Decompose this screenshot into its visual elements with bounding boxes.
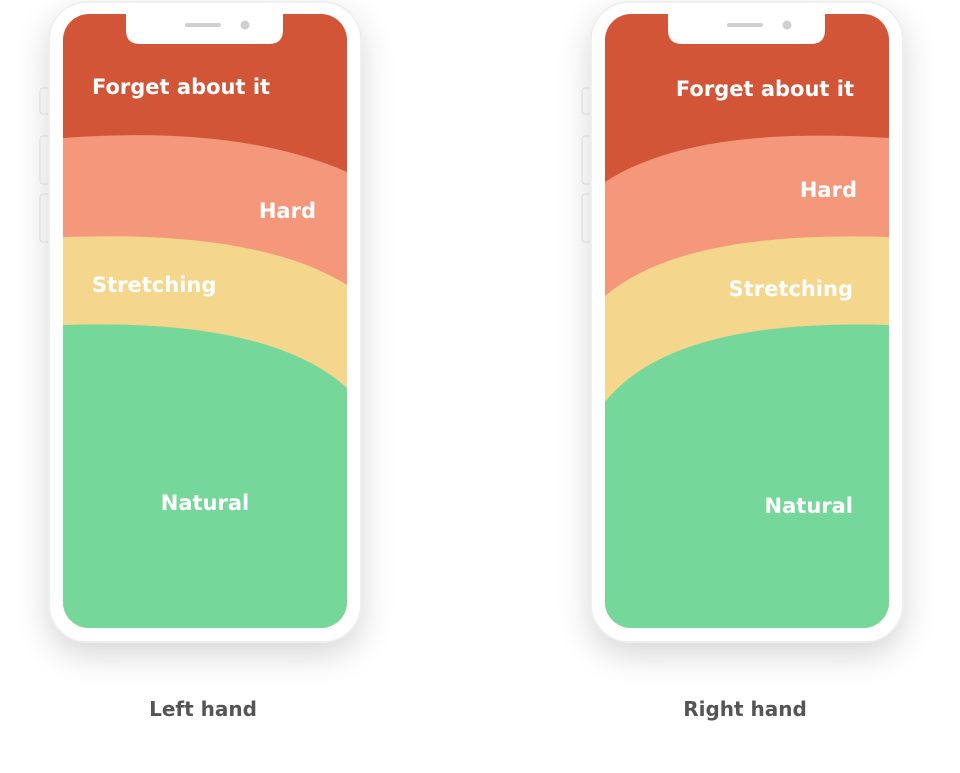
- caption-left-hand: Left hand: [149, 697, 257, 721]
- speaker-grille: [727, 23, 763, 27]
- speaker-grille: [185, 23, 221, 27]
- zone-label-natural: Natural: [765, 494, 853, 518]
- left-phone-illustration: Forget about it Hard Stretching Natural: [39, 1, 362, 643]
- zone-label-forget: Forget about it: [676, 77, 854, 101]
- zone-label-forget: Forget about it: [92, 75, 270, 99]
- caption-right-hand: Right hand: [683, 697, 807, 721]
- zone-natural: [605, 324, 889, 628]
- phone-notch: [668, 12, 825, 44]
- camera-icon: [240, 20, 250, 30]
- zone-label-hard: Hard: [259, 199, 316, 223]
- thumb-zone-screen: [63, 14, 347, 628]
- thumb-zone-screen: [605, 14, 889, 628]
- right-hand-phone: Forget about it Hard Stretching Natural: [581, 0, 912, 660]
- zone-label-hard: Hard: [800, 178, 857, 202]
- zone-natural: [63, 324, 347, 628]
- camera-icon: [782, 20, 792, 30]
- phone-notch: [126, 12, 283, 44]
- left-hand-phone: Forget about it Hard Stretching Natural: [39, 0, 370, 660]
- zone-label-stretching: Stretching: [92, 273, 216, 297]
- right-phone-illustration: Forget about it Hard Stretching Natural: [581, 1, 904, 643]
- zone-label-stretching: Stretching: [729, 277, 853, 301]
- zone-label-natural: Natural: [161, 491, 249, 515]
